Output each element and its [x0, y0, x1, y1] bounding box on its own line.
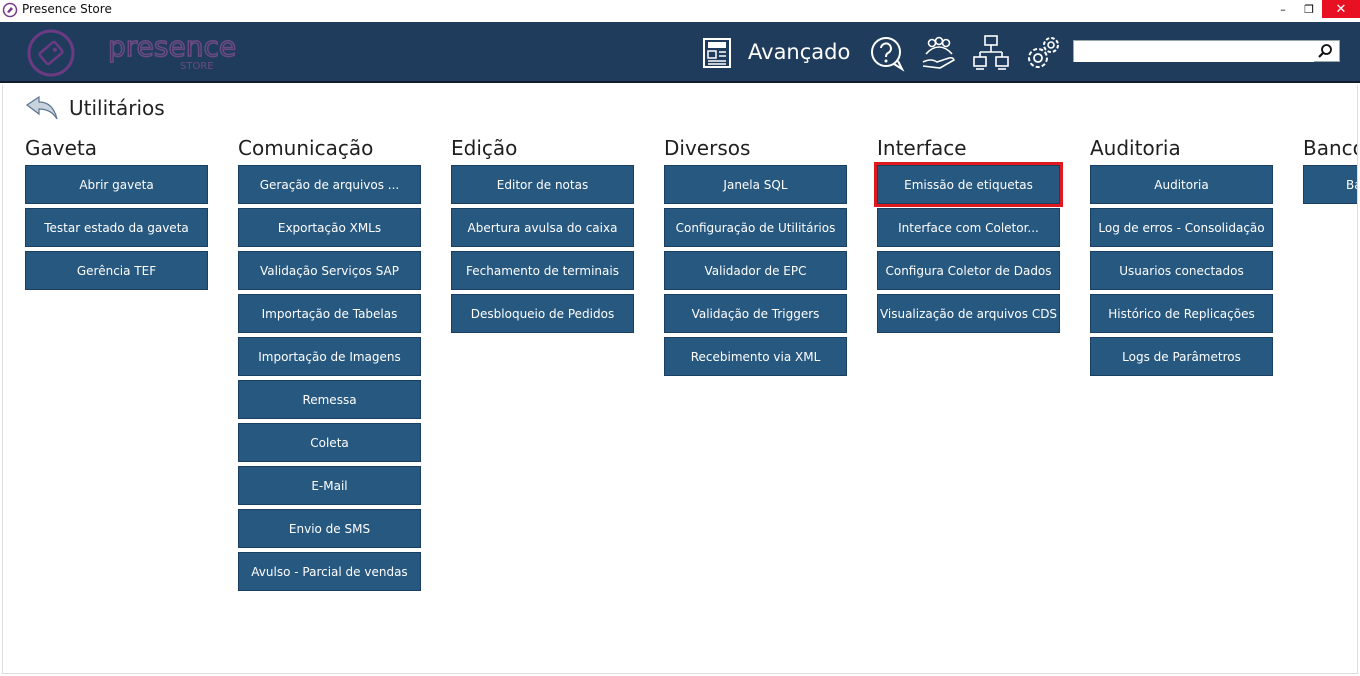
banco-button[interactable]: Ba	[1303, 165, 1357, 204]
search-box[interactable]	[1073, 40, 1340, 62]
validador-epc-button[interactable]: Validador de EPC	[664, 251, 847, 290]
desbloqueio-pedidos-button[interactable]: Desbloqueio de Pedidos	[451, 294, 634, 333]
search-icon[interactable]	[1317, 43, 1333, 59]
gerencia-tef-button[interactable]: Gerência TEF	[25, 251, 208, 290]
group-comunicacao: Comunicação Geração de arquivos ... Expo…	[238, 135, 423, 595]
app-icon	[2, 2, 18, 18]
group-interface: Interface Emissão de etiquetas Interface…	[874, 135, 1063, 337]
network-icon[interactable]	[972, 34, 1010, 72]
app-header: presence STORE Avançado	[0, 22, 1360, 83]
coleta-button[interactable]: Coleta	[238, 423, 421, 462]
svg-text:presence: presence	[108, 30, 236, 63]
geracao-arquivos-button[interactable]: Geração de arquivos ...	[238, 165, 421, 204]
log-erros-consolidacao-button[interactable]: Log de erros - Consolidação	[1090, 208, 1273, 247]
abrir-gaveta-button[interactable]: Abrir gaveta	[25, 165, 208, 204]
news-icon[interactable]	[700, 36, 734, 70]
group-diversos: Diversos Janela SQL Configuração de Util…	[664, 135, 849, 380]
window-title: Presence Store	[22, 2, 112, 16]
window-titlebar: Presence Store – ❐ ✕	[0, 0, 1360, 22]
users-icon[interactable]	[920, 34, 958, 72]
group-title: Comunicação	[238, 136, 374, 160]
group-title: Interface	[877, 136, 967, 160]
svg-text:STORE: STORE	[180, 61, 214, 72]
search-input[interactable]	[1074, 42, 1314, 62]
usuarios-conectados-button[interactable]: Usuarios conectados	[1090, 251, 1273, 290]
fechamento-terminais-button[interactable]: Fechamento de terminais	[451, 251, 634, 290]
group-auditoria: Auditoria Auditoria Log de erros - Conso…	[1090, 135, 1275, 380]
importacao-tabelas-button[interactable]: Importação de Tabelas	[238, 294, 421, 333]
brand-logo-icon	[27, 29, 75, 77]
janela-sql-button[interactable]: Janela SQL	[664, 165, 847, 204]
configura-coletor-dados-button[interactable]: Configura Coletor de Dados	[877, 251, 1060, 290]
restore-button[interactable]: ❐	[1294, 0, 1324, 18]
group-title: Banco	[1303, 136, 1357, 160]
importacao-imagens-button[interactable]: Importação de Imagens	[238, 337, 421, 376]
validacao-servicos-sap-button[interactable]: Validação Serviços SAP	[238, 251, 421, 290]
page-title: Utilitários	[69, 96, 165, 120]
auditoria-button[interactable]: Auditoria	[1090, 165, 1273, 204]
back-arrow-icon[interactable]	[25, 95, 59, 121]
group-edicao: Edição Editor de notas Abertura avulsa d…	[451, 135, 636, 337]
group-banco: Banco Ba	[1303, 135, 1357, 208]
editor-notas-button[interactable]: Editor de notas	[451, 165, 634, 204]
interface-coletor-button[interactable]: Interface com Coletor...	[877, 208, 1060, 247]
close-button[interactable]: ✕	[1322, 0, 1360, 18]
recebimento-xml-button[interactable]: Recebimento via XML	[664, 337, 847, 376]
brand-wordmark: presence STORE	[107, 30, 237, 72]
mode-label[interactable]: Avançado	[748, 40, 850, 64]
testar-estado-gaveta-button[interactable]: Testar estado da gaveta	[25, 208, 208, 247]
utilities-panel: Utilitários Gaveta Abrir gaveta Testar e…	[2, 85, 1358, 674]
group-title: Auditoria	[1090, 136, 1181, 160]
remessa-button[interactable]: Remessa	[238, 380, 421, 419]
group-title: Edição	[451, 136, 518, 160]
abertura-avulsa-caixa-button[interactable]: Abertura avulsa do caixa	[451, 208, 634, 247]
help-icon[interactable]	[868, 34, 906, 72]
configuracao-utilitarios-button[interactable]: Configuração de Utilitários	[664, 208, 847, 247]
visualizacao-arquivos-cds-button[interactable]: Visualização de arquivos CDS	[877, 294, 1060, 333]
avulso-parcial-vendas-button[interactable]: Avulso - Parcial de vendas	[238, 552, 421, 591]
envio-sms-button[interactable]: Envio de SMS	[238, 509, 421, 548]
group-gaveta: Gaveta Abrir gaveta Testar estado da gav…	[25, 135, 210, 294]
emissao-etiquetas-button[interactable]: Emissão de etiquetas	[874, 162, 1063, 207]
group-title: Diversos	[664, 136, 751, 160]
validacao-triggers-button[interactable]: Validação de Triggers	[664, 294, 847, 333]
settings-icon[interactable]	[1024, 34, 1062, 72]
exportacao-xmls-button[interactable]: Exportação XMLs	[238, 208, 421, 247]
logs-parametros-button[interactable]: Logs de Parâmetros	[1090, 337, 1273, 376]
historico-replicacoes-button[interactable]: Histórico de Replicações	[1090, 294, 1273, 333]
group-title: Gaveta	[25, 136, 97, 160]
email-button[interactable]: E-Mail	[238, 466, 421, 505]
